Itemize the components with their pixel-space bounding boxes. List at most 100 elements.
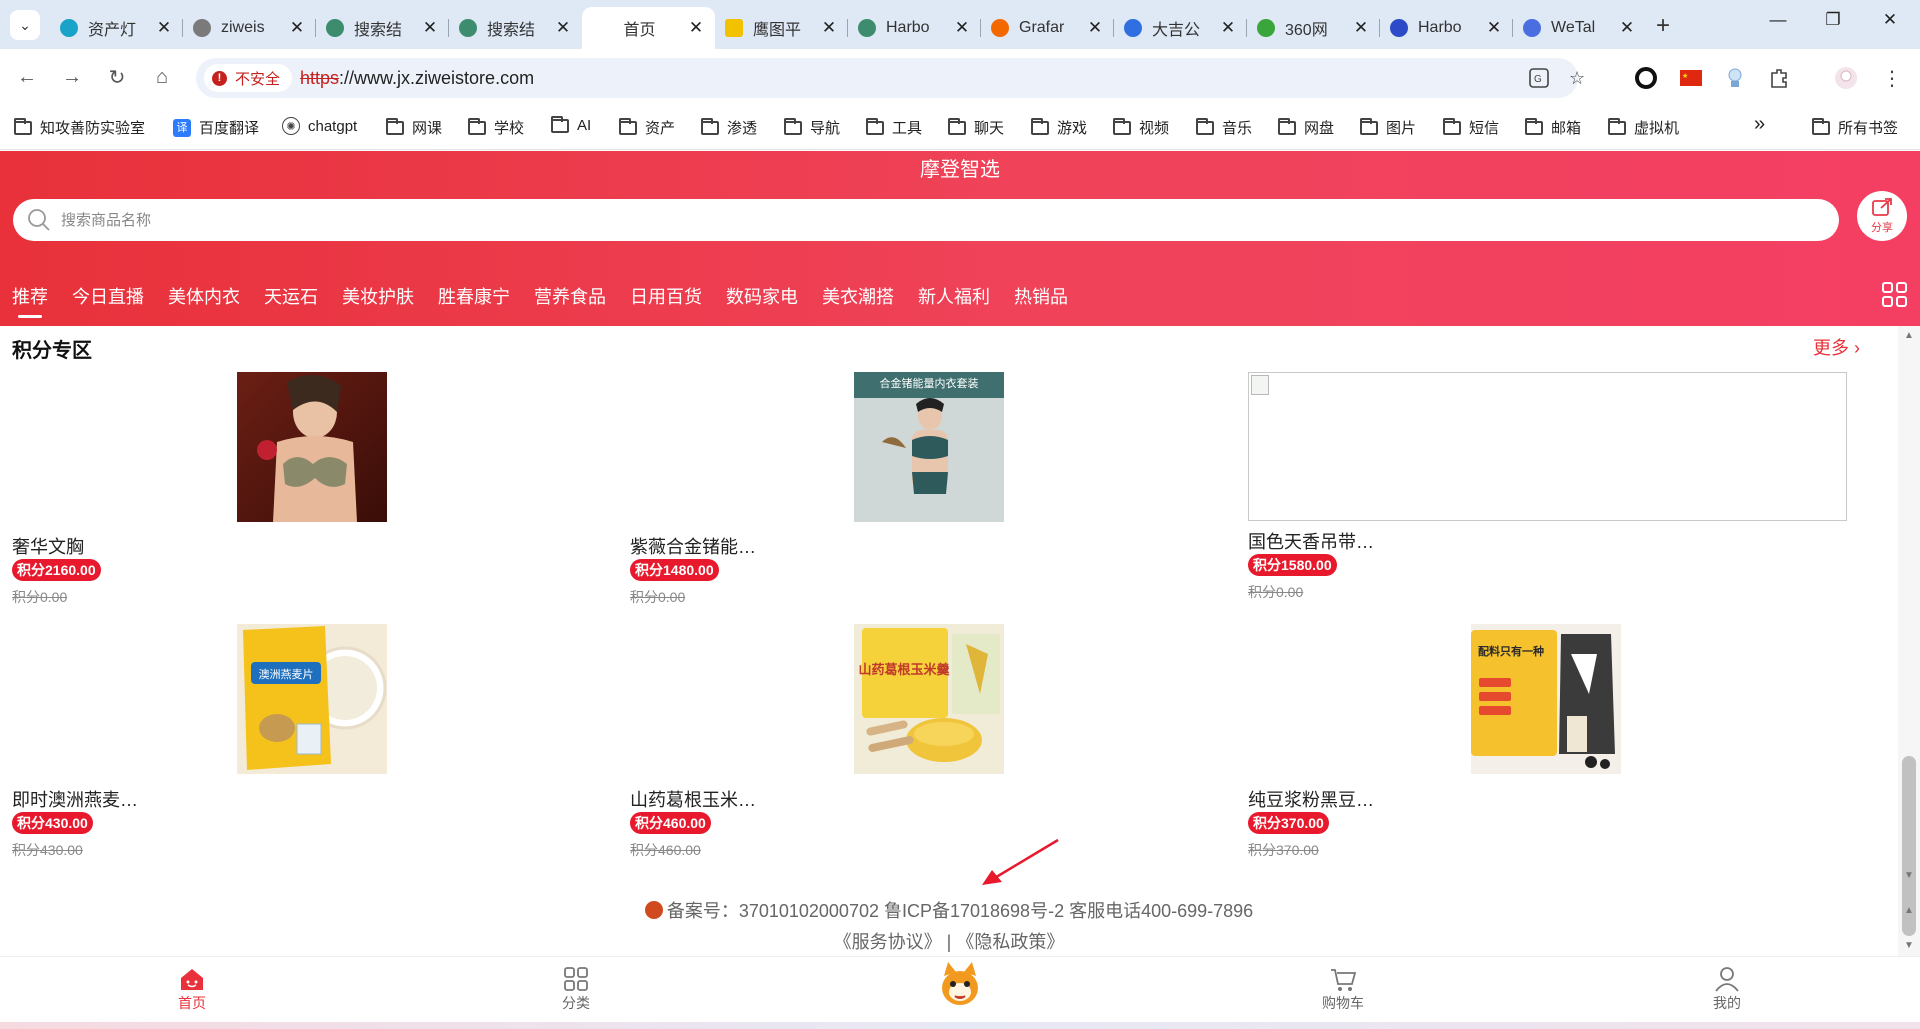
product-name[interactable]: 国色天香吊带… [1248,528,1374,554]
bookmark-item[interactable]: 译百度翻译 [173,117,259,138]
scroll-down-arrow-icon[interactable]: ▼ [1902,870,1916,881]
security-warning-chip[interactable]: ! 不安全 [204,64,293,92]
all-categories-grid-icon[interactable] [1882,282,1907,307]
browser-menu-icon[interactable]: ⋮ [1880,66,1904,90]
tab-close-icon[interactable]: ✕ [953,18,971,38]
product-image[interactable]: 澳洲燕麦片 [237,624,387,774]
tab-close-icon[interactable]: ✕ [1086,18,1104,38]
tab-close-icon[interactable]: ✕ [554,18,572,38]
product-name[interactable]: 即时澳洲燕麦… [12,786,138,812]
bookmark-folder[interactable]: AI [551,115,591,134]
category-tab-active[interactable]: 推荐 [12,283,48,318]
bookmark-folder[interactable]: 虚拟机 [1608,117,1679,138]
tab-close-icon[interactable]: ✕ [687,18,705,38]
bookmark-folder[interactable]: 音乐 [1196,117,1252,138]
category-tab[interactable]: 胜春康宁 [438,283,510,309]
footer-links[interactable]: 《服务协议》 | 《隐私政策》 [0,928,1898,954]
translate-icon[interactable]: G [1529,68,1549,93]
product-name[interactable]: 纯豆浆粉黑豆… [1248,786,1374,812]
bookmark-folder[interactable]: 导航 [784,117,840,138]
category-tab[interactable]: 美妆护肤 [342,283,414,309]
product-name[interactable]: 山药葛根玉米… [630,786,756,812]
scroll-up-arrow-icon[interactable]: ▲ [1902,905,1916,916]
category-tab[interactable]: 天运石 [264,283,318,309]
product-image-broken[interactable] [1248,372,1847,521]
category-tab[interactable]: 美衣潮搭 [822,283,894,309]
mascot-center-button[interactable] [936,958,984,1008]
bookmark-folder[interactable]: 视频 [1113,117,1169,138]
bookmarks-overflow-button[interactable]: » [1754,113,1765,136]
bookmark-star-icon[interactable]: ☆ [1569,68,1585,89]
bookmark-folder[interactable]: 图片 [1360,117,1416,138]
category-tab[interactable]: 热销品 [1014,283,1068,309]
browser-tab[interactable]: 搜索结 ✕ [316,7,449,49]
share-button[interactable]: 分享 [1857,191,1907,241]
scroll-down-arrow-icon[interactable]: ▼ [1902,940,1916,951]
more-link[interactable]: 更多 › [1813,334,1860,360]
product-name[interactable]: 奢华文胸 [12,533,84,559]
browser-tab[interactable]: Harbo ✕ [1380,7,1513,49]
tab-close-icon[interactable]: ✕ [1618,18,1636,38]
url-text[interactable]: https://www.jx.ziweistore.com [300,68,534,89]
bookmark-folder[interactable]: 渗透 [701,117,757,138]
bookmark-folder[interactable]: 短信 [1443,117,1499,138]
product-name[interactable]: 紫薇合金锗能… [630,533,756,559]
extensions-puzzle-icon[interactable] [1767,66,1791,90]
product-image[interactable]: 合金锗能量内衣套装 [854,372,1004,522]
tab-close-icon[interactable]: ✕ [421,18,439,38]
browser-tab[interactable]: 资产灯 ✕ [50,7,183,49]
all-bookmarks-folder[interactable]: 所有书签 [1812,117,1898,138]
category-tab[interactable]: 今日直播 [72,283,144,309]
tab-close-icon[interactable]: ✕ [1352,18,1370,38]
search-bar[interactable] [13,199,1839,241]
browser-tab[interactable]: 搜索结 ✕ [449,7,582,49]
medal-extension-icon[interactable] [1723,66,1747,90]
extension-circle-icon[interactable] [1634,66,1658,90]
tab-close-icon[interactable]: ✕ [1219,18,1237,38]
tab-search-dropdown-button[interactable]: ⌄ [10,10,40,40]
bookmark-folder[interactable]: 邮箱 [1525,117,1581,138]
product-image[interactable]: 山药葛根玉米羹 [854,624,1004,774]
browser-tab[interactable]: 大吉公 ✕ [1114,7,1247,49]
new-tab-button[interactable]: + [1650,12,1676,40]
tab-close-icon[interactable]: ✕ [820,18,838,38]
category-tab[interactable]: 美体内衣 [168,283,240,309]
bookmark-folder[interactable]: 学校 [468,117,524,138]
browser-tab[interactable]: WeTal ✕ [1513,7,1646,49]
nav-profile[interactable]: 我的 [1687,965,1767,1013]
bookmark-folder[interactable]: 游戏 [1031,117,1087,138]
browser-tab[interactable]: ziweis ✕ [183,7,316,49]
tab-close-icon[interactable]: ✕ [155,18,173,38]
home-icon[interactable]: ⌂ [149,64,175,90]
back-arrow-icon[interactable]: ← [14,64,40,90]
address-bar[interactable]: ! 不安全 https://www.jx.ziweistore.com G ☆ [196,58,1585,98]
restore-icon[interactable]: ❐ [1820,10,1846,30]
category-tab[interactable]: 日用百货 [630,283,702,309]
forward-arrow-icon[interactable]: → [59,64,85,90]
nav-cart[interactable]: 购物车 [1303,965,1383,1013]
category-tab[interactable]: 数码家电 [726,283,798,309]
product-image[interactable] [237,372,387,522]
category-tab[interactable]: 新人福利 [918,283,990,309]
scroll-up-arrow-icon[interactable]: ▲ [1902,330,1916,341]
bookmark-folder[interactable]: 网盘 [1278,117,1334,138]
bookmark-folder[interactable]: 网课 [386,117,442,138]
product-image[interactable]: 配料只有一种 [1471,624,1621,774]
bookmark-item[interactable]: ✺ chatgpt [282,117,357,135]
bookmark-folder[interactable]: 聊天 [948,117,1004,138]
browser-tab-active[interactable]: 首页 ✕ [582,7,715,49]
browser-tab[interactable]: 鹰图平 ✕ [715,7,848,49]
close-window-icon[interactable]: ✕ [1877,10,1903,30]
browser-tab[interactable]: 360网 ✕ [1247,7,1380,49]
china-flag-icon[interactable]: ★ [1679,66,1703,90]
category-tab[interactable]: 营养食品 [534,283,606,309]
nav-home[interactable]: 首页 [152,965,232,1013]
nav-category[interactable]: 分类 [536,965,616,1013]
tab-close-icon[interactable]: ✕ [1485,18,1503,38]
bookmark-folder[interactable]: 资产 [619,117,675,138]
profile-avatar[interactable] [1834,66,1858,90]
search-input[interactable] [61,205,1761,235]
bookmark-item[interactable]: 知攻善防实验室 [14,117,145,138]
tab-close-icon[interactable]: ✕ [288,18,306,38]
minimize-icon[interactable]: — [1765,10,1791,30]
